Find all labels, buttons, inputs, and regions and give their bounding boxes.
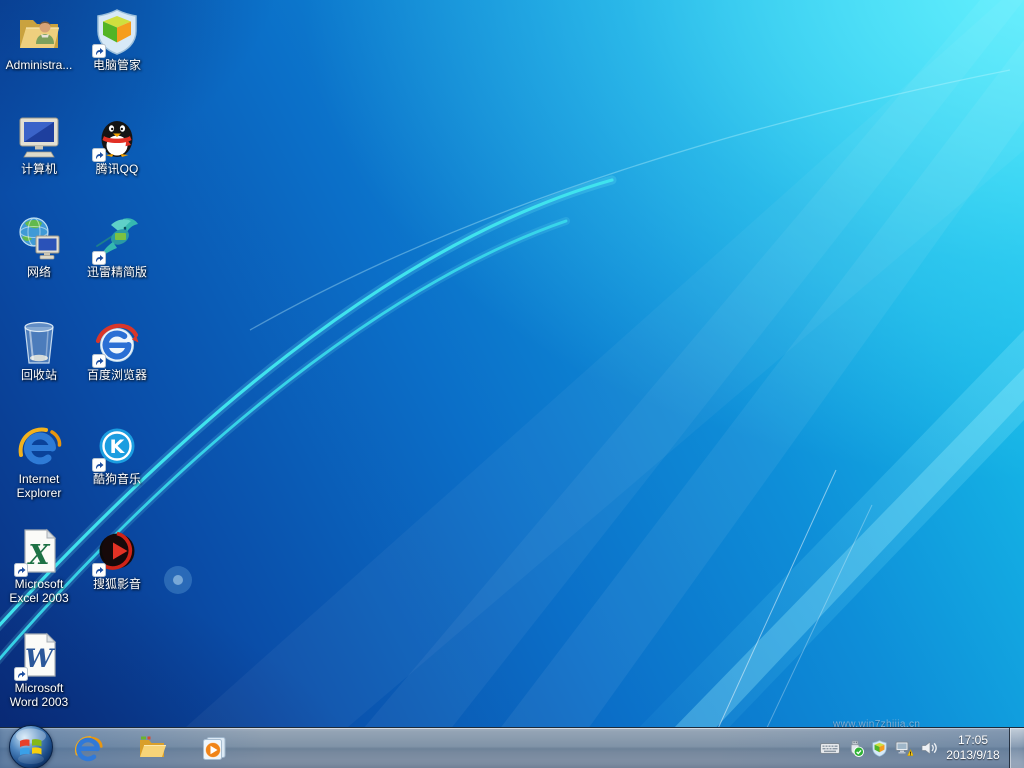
icon-label: 酷狗音乐 (93, 472, 141, 486)
desktop-icon-computer[interactable]: 计算机 (0, 112, 78, 176)
usb-safe-remove-icon[interactable] (847, 740, 864, 757)
hummingbird-icon (93, 215, 141, 263)
network-warning-icon[interactable] (895, 739, 913, 757)
desktop-icon-administrator[interactable]: Administra... (0, 8, 78, 72)
media-player-icon (199, 733, 229, 763)
icon-label: 搜狐影音 (93, 577, 141, 591)
icon-label: 电脑管家 (93, 58, 141, 72)
folder-icon (137, 733, 167, 763)
computer-monitor-icon (15, 112, 63, 160)
desktop-icon-baidu-browser[interactable]: 百度浏览器 (78, 318, 156, 382)
show-desktop-button[interactable] (1009, 728, 1024, 768)
taskbar-windows-explorer-button[interactable] (126, 730, 178, 766)
clock-date: 2013/9/18 (946, 748, 999, 763)
start-button[interactable] (8, 724, 54, 768)
svg-text:W: W (25, 644, 56, 673)
excel-document-icon: X (15, 527, 63, 575)
pc-manager-shield-icon[interactable] (871, 740, 888, 757)
icon-label: Internet Explorer (0, 472, 78, 500)
desktop-icon-tencent-qq[interactable]: 腾讯QQ (78, 112, 156, 176)
desktop-icon-recycle-bin[interactable]: 回收站 (0, 318, 78, 382)
internet-explorer-icon (73, 733, 103, 763)
icon-label: 百度浏览器 (87, 368, 147, 382)
screen: Administra... 电脑管家 (0, 0, 1024, 768)
taskbar-media-player-button[interactable] (188, 730, 240, 766)
shortcut-arrow-icon (92, 148, 106, 162)
shield-cube-icon (93, 8, 141, 56)
language-keyboard-icon[interactable] (820, 741, 840, 755)
internet-explorer-icon (15, 422, 63, 470)
shortcut-arrow-icon (92, 44, 106, 58)
desktop-icon-excel-2003[interactable]: X Microsoft Excel 2003 (0, 527, 78, 605)
baidu-browser-icon (93, 318, 141, 366)
icon-label: Microsoft Word 2003 (0, 681, 78, 709)
taskbar-internet-explorer-button[interactable] (62, 730, 114, 766)
clock-time: 17:05 (958, 733, 988, 748)
icon-label: 回收站 (21, 368, 57, 382)
globe-monitor-icon (15, 215, 63, 263)
shortcut-arrow-icon (92, 354, 106, 368)
volume-icon[interactable] (920, 740, 938, 756)
svg-text:X: X (27, 540, 51, 571)
shortcut-arrow-icon (92, 563, 106, 577)
windows-logo-icon (8, 724, 54, 768)
icon-label: 腾讯QQ (96, 162, 139, 176)
taskbar-clock[interactable]: 17:05 2013/9/18 (938, 728, 1008, 768)
word-document-icon: W (15, 631, 63, 679)
desktop-icon-network[interactable]: 网络 (0, 215, 78, 279)
shortcut-arrow-icon (14, 563, 28, 577)
desktop-icon-kugou-music[interactable]: K 酷狗音乐 (78, 422, 156, 486)
qq-penguin-icon (93, 112, 141, 160)
kugou-k-icon: K (93, 422, 141, 470)
svg-text:K: K (110, 436, 126, 458)
desktop-icon-sohu-video[interactable]: 搜狐影音 (78, 527, 156, 591)
desktop-icon-word-2003[interactable]: W Microsoft Word 2003 (0, 631, 78, 709)
shortcut-arrow-icon (14, 667, 28, 681)
desktop-icon-thunder-lite[interactable]: 迅雷精简版 (78, 215, 156, 279)
icon-label: 迅雷精简版 (87, 265, 147, 279)
icon-label: 网络 (27, 265, 51, 279)
sohu-play-icon (93, 527, 141, 575)
shortcut-arrow-icon (92, 251, 106, 265)
taskbar: 17:05 2013/9/18 (0, 727, 1024, 768)
icon-label: Administra... (6, 58, 73, 72)
desktop-icon-internet-explorer[interactable]: Internet Explorer (0, 422, 78, 500)
icon-label: 计算机 (21, 162, 57, 176)
icon-label: Microsoft Excel 2003 (0, 577, 78, 605)
desktop-icon-pc-manager[interactable]: 电脑管家 (78, 8, 156, 72)
shortcut-arrow-icon (92, 458, 106, 472)
recycle-bin-icon (15, 318, 63, 366)
user-folder-icon (15, 8, 63, 56)
system-tray (820, 728, 938, 768)
